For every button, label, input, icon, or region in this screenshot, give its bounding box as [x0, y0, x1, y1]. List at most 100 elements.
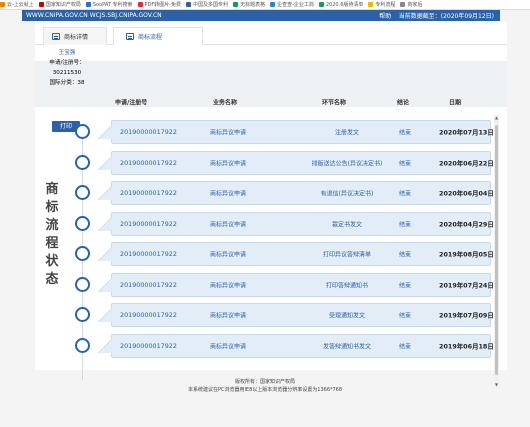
- header-date: 日期: [449, 99, 462, 107]
- side-title-char: 流: [45, 218, 59, 233]
- timeline-node-icon: [75, 307, 90, 322]
- side-title-char: 程: [45, 236, 59, 251]
- tab-trademark-details[interactable]: 商标详情: [43, 27, 107, 45]
- browser-hint-text: 本系统建议在PC浏览器用IE8以上版本浏览器分辨率设置为1366*768: [187, 387, 343, 393]
- bookmark-icon: [186, 2, 192, 7]
- row-result: 结束: [399, 160, 412, 167]
- side-title: 商标流程状态: [42, 181, 62, 289]
- row-reg-no: 20190000017922: [120, 128, 177, 136]
- table-header-row: [35, 61, 507, 107]
- timeline-node-icon: [75, 215, 90, 231]
- tab-trademark-process[interactable]: 商标流程: [113, 27, 203, 45]
- bookmark-label: 云-上云就上: [7, 2, 34, 8]
- bookmarks-bar: 云-上云就上 国家知识产权局 SooPAT 专利搜索 PDF转图片-免费 中国及多国专利…: [0, 0, 530, 10]
- applicant-info: 王宝强 申请/注册号：30211530 国际分类：38: [37, 48, 97, 88]
- row-reg-no: 20190000017922: [120, 189, 177, 197]
- bookmark-item[interactable]: 无标题表格: [233, 1, 265, 8]
- bookmark-label: 商家后: [407, 2, 423, 8]
- scrollbar[interactable]: ▲ ▼: [494, 115, 499, 387]
- process-row[interactable]: 20190000017922 商标异议申请 受理通知发文 结束 2019年07月09日: [98, 303, 494, 327]
- process-row[interactable]: 20190000017922 商标异议申请 裁定书发文 结束 2020年04月29日: [98, 211, 494, 236]
- tab-label: 商标流程: [138, 34, 163, 41]
- row-business: 商标异议申请: [210, 129, 247, 137]
- row-step: 排版送达公告(异议决定书): [311, 160, 383, 167]
- row-business: 商标异议申请: [210, 343, 247, 350]
- bookmark-label: 2020.6版待清单: [325, 2, 364, 8]
- bookmark-label: SooPAT 专利搜索: [92, 2, 133, 8]
- copyright-text: 版权所有：国家知识产权局: [234, 379, 295, 385]
- process-row[interactable]: 20190000017922 商标异议申请 有退信(异议决定书) 结束 2020年06月…: [98, 181, 494, 205]
- bookmark-item[interactable]: SooPAT 专利搜索: [85, 1, 133, 8]
- row-date: 2019年07月09日: [439, 311, 494, 320]
- bookmark-item[interactable]: 国家知识产权局: [38, 1, 81, 8]
- process-row[interactable]: 20190000017922 商标异议申请 打印答辩通知书 结束 2019年07月24日: [98, 272, 494, 297]
- registration-number: 申请/注册号：30211530: [49, 60, 85, 76]
- row-date: 2020年04月29日: [439, 220, 494, 228]
- row-result: 结束: [399, 312, 412, 320]
- row-date: 2020年07月13日: [439, 128, 494, 137]
- process-row[interactable]: 20190000017922 商标异议申请 注册发文 结束 2020年07月13日: [98, 120, 494, 144]
- row-business: 商标异议申请: [210, 160, 247, 167]
- bookmark-label: 专利流程: [375, 2, 396, 8]
- row-result: 结束: [399, 251, 412, 259]
- timeline-node-icon: [75, 124, 90, 139]
- row-result: 结束: [399, 282, 412, 289]
- row-date: 2020年06月22日: [439, 159, 494, 167]
- timeline-node-icon: [75, 337, 90, 353]
- header-step: 环节名称: [322, 99, 347, 107]
- bookmark-icon: [400, 2, 406, 7]
- bookmark-item[interactable]: 中国及多国专利: [186, 1, 228, 8]
- row-date: 2020年06月04日: [439, 189, 494, 198]
- bookmark-item[interactable]: PDF转图片-免费: [137, 1, 182, 8]
- bookmark-label: 国家知识产权局: [45, 2, 81, 8]
- row-step: 受理通知发文: [328, 312, 365, 320]
- bookmark-icon: [318, 2, 324, 7]
- data-date-label: 当前数据截至：(2020年09月12日): [398, 13, 494, 20]
- process-row[interactable]: 20190000017922 商标异议申请 排版送达公告(异议决定书) 结束 2020年…: [98, 150, 494, 175]
- bookmark-item[interactable]: 专利流程: [368, 1, 395, 8]
- bookmark-label: PDF转图片-免费: [144, 2, 182, 8]
- row-step: 有退信(异议决定书): [320, 190, 374, 198]
- bookmark-item[interactable]: 商家后: [400, 1, 422, 8]
- row-step: 发答辩通知书发文: [322, 343, 371, 350]
- row-reg-no: 20190000017922: [120, 250, 177, 258]
- tab-bar: 商标详情 商标流程: [35, 27, 507, 45]
- row-step: 打印异议答辩清单: [322, 251, 371, 259]
- row-business: 商标异议申请: [210, 282, 247, 289]
- side-title-char: 商: [45, 182, 59, 197]
- top-banner: WWW.CNIPA.GOV.CN WCJS.SBJ.CNIPA.GOV.CN 帮…: [22, 10, 500, 21]
- site-domain: WWW.CNIPA.GOV.CN WCJS.SBJ.CNIPA.GOV.CN: [26, 12, 162, 19]
- row-business: 商标异议申请: [210, 251, 247, 259]
- process-row[interactable]: 20190000017922 商标异议申请 发答辩通知书发文 结束 2019年06月18…: [98, 333, 494, 358]
- process-row[interactable]: 20190000017922 商标异议申请 打印异议答辩清单 结束 2019年08月05…: [98, 242, 494, 266]
- timeline-node-icon: [75, 154, 90, 170]
- applicant-name: 王宝强: [58, 50, 76, 56]
- header-reg-no: 申请/注册号: [115, 99, 148, 107]
- row-date: 2019年07月24日: [439, 281, 494, 289]
- bookmark-icon: [0, 2, 5, 7]
- bookmark-icon: [270, 2, 276, 7]
- bookmark-item[interactable]: 云-上云就上: [0, 1, 34, 8]
- row-result: 结束: [399, 129, 412, 137]
- bookmark-icon: [233, 2, 239, 7]
- row-business: 商标异议申请: [210, 190, 247, 198]
- document-icon: [52, 33, 60, 40]
- page-footer: 版权所有：国家知识产权局 本系统建议在PC浏览器用IE8以上版本浏览器分辨率设置…: [0, 378, 530, 394]
- timeline-node-icon: [75, 185, 90, 200]
- row-reg-no: 20190000017922: [120, 341, 177, 350]
- row-reg-no: 20190000017922: [120, 280, 177, 289]
- help-link[interactable]: 帮助: [379, 13, 391, 20]
- row-date: 2019年08月05日: [439, 250, 494, 259]
- row-result: 结束: [399, 190, 412, 198]
- bookmark-item[interactable]: 企查查-企业工商: [270, 1, 314, 8]
- side-title-char: 态: [45, 272, 59, 287]
- row-reg-no: 20190000017922: [120, 311, 177, 319]
- bookmark-item[interactable]: 2020.6版待清单: [318, 1, 364, 8]
- side-title-char: 状: [45, 254, 59, 269]
- row-reg-no: 20190000017922: [120, 158, 177, 167]
- bookmark-icon: [85, 2, 91, 7]
- scroll-up-arrow[interactable]: ▲: [494, 115, 499, 120]
- row-step: 裁定书发文: [331, 221, 362, 228]
- side-title-char: 标: [45, 200, 59, 215]
- scroll-thumb[interactable]: [495, 125, 498, 375]
